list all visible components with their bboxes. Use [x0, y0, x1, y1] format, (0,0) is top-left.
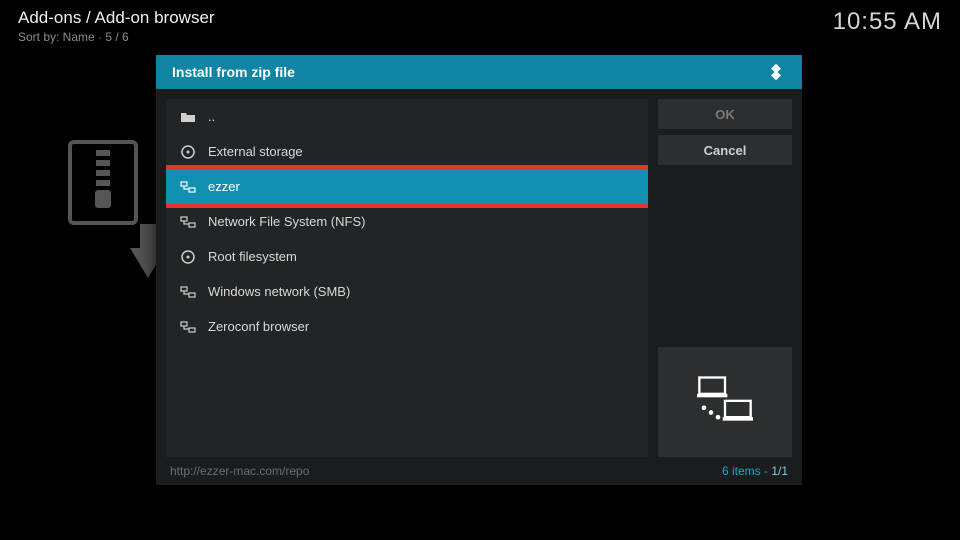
folder-up-icon [180, 110, 196, 124]
ok-button[interactable]: OK [658, 99, 792, 129]
file-row-label: Windows network (SMB) [208, 284, 350, 299]
breadcrumb: Add-ons / Add-on browser [18, 8, 215, 28]
footer-path: http://ezzer-mac.com/repo [170, 464, 309, 478]
top-bar: Add-ons / Add-on browser Sort by: Name ·… [18, 8, 942, 44]
file-row-label: Zeroconf browser [208, 319, 309, 334]
file-row-label: Root filesystem [208, 249, 297, 264]
file-row-label: ezzer [208, 179, 240, 194]
kodi-logo-icon [766, 62, 786, 82]
file-row-label: .. [208, 109, 215, 124]
install-from-zip-dialog: Install from zip file .. External storage… [156, 55, 802, 485]
file-row-external-storage[interactable]: External storage [166, 134, 648, 169]
network-computers-icon [690, 372, 760, 432]
dialog-footer: http://ezzer-mac.com/repo 6 items - 1/1 [156, 457, 802, 485]
file-row-label: External storage [208, 144, 303, 159]
disk-icon [180, 145, 196, 159]
zip-download-icon [68, 140, 158, 270]
preview-pane [658, 347, 792, 457]
network-icon [180, 320, 196, 334]
disk-icon [180, 250, 196, 264]
network-icon [180, 215, 196, 229]
file-row-label: Network File System (NFS) [208, 214, 365, 229]
file-row-windows-network-smb-[interactable]: Windows network (SMB) [166, 274, 648, 309]
network-icon [180, 285, 196, 299]
file-row-root-filesystem[interactable]: Root filesystem [166, 239, 648, 274]
file-list: .. External storage ezzer Network File Syst… [166, 99, 648, 457]
footer-count: 6 items - 1/1 [722, 464, 788, 478]
dialog-title: Install from zip file [172, 64, 295, 80]
file-row-network-file-system-nfs-[interactable]: Network File System (NFS) [166, 204, 648, 239]
file-row--[interactable]: .. [166, 99, 648, 134]
network-icon [180, 180, 196, 194]
dialog-header: Install from zip file [156, 55, 802, 89]
cancel-button[interactable]: Cancel [658, 135, 792, 165]
file-row-ezzer[interactable]: ezzer [166, 169, 648, 204]
file-row-zeroconf-browser[interactable]: Zeroconf browser [166, 309, 648, 344]
clock: 10:55 AM [833, 8, 942, 36]
sort-indicator: Sort by: Name · 5 / 6 [18, 30, 215, 44]
